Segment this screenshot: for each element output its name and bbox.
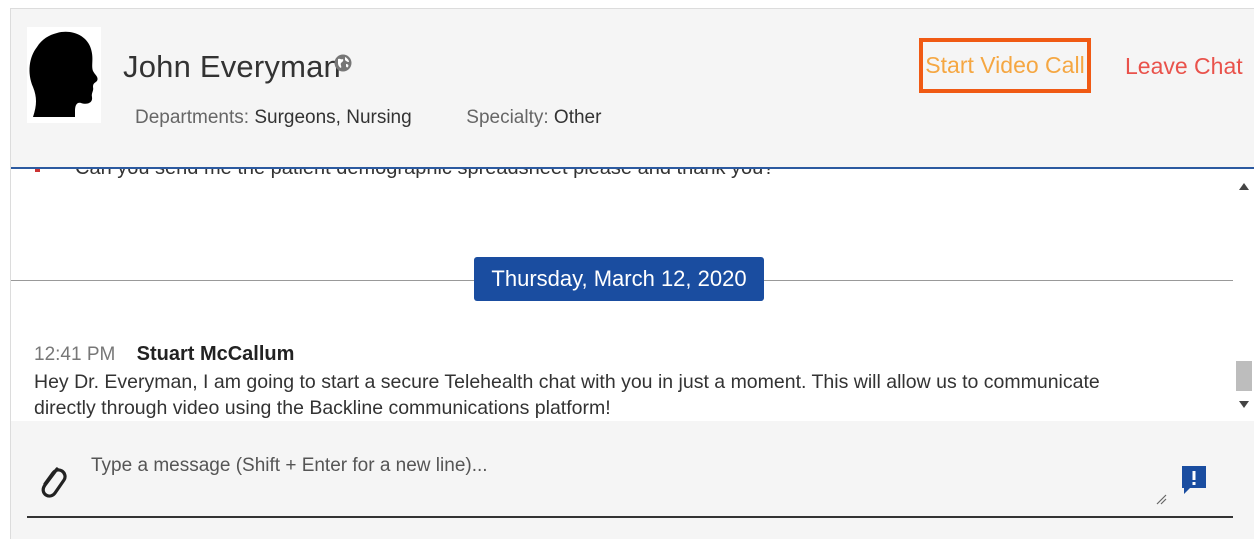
message-text: Hey Dr. Everyman, I am going to start a … (34, 371, 1100, 419)
composer-underline (27, 516, 1233, 518)
scroll-down-arrow-icon[interactable] (1239, 401, 1249, 408)
leave-chat-button[interactable]: Leave Chat (1125, 53, 1243, 80)
avatar (27, 27, 101, 123)
contact-meta: Departments: Surgeons, Nursing Specialty… (135, 107, 601, 129)
scroll-thumb[interactable] (1236, 361, 1252, 391)
message-sender: Stuart McCallum (136, 343, 295, 365)
departments-value: Surgeons, Nursing (254, 107, 412, 128)
person-silhouette-icon (29, 31, 98, 117)
message-time: 12:41 PM (34, 344, 116, 365)
specialty-label: Specialty: (466, 107, 549, 128)
date-divider-label: Thursday, March 12, 2020 (474, 257, 764, 301)
contact-name: John Everyman (123, 49, 341, 84)
departments-label: Departments: (135, 107, 250, 128)
message-marker (35, 169, 40, 172)
paperclip-icon[interactable] (37, 461, 67, 501)
globe-icon (334, 54, 352, 72)
message-input[interactable] (83, 449, 1173, 511)
message-composer (11, 421, 1254, 539)
specialty-value: Other (553, 107, 602, 128)
start-video-call-button[interactable]: Start Video Call (919, 38, 1091, 93)
message-header: 12:41 PM Stuart McCallum (34, 343, 294, 366)
chat-window: John Everyman Departments: Surgeons, Nur… (10, 8, 1254, 539)
resize-grip-icon[interactable] (1155, 493, 1167, 505)
scroll-up-arrow-icon[interactable] (1239, 183, 1249, 190)
priority-message-icon[interactable] (1181, 465, 1207, 495)
previous-message-text: Can you send me the patient demographic … (75, 169, 774, 180)
message-list: Can you send me the patient demographic … (11, 169, 1233, 421)
chat-header: John Everyman Departments: Surgeons, Nur… (11, 9, 1254, 169)
message-scrollbar[interactable] (1233, 169, 1254, 421)
